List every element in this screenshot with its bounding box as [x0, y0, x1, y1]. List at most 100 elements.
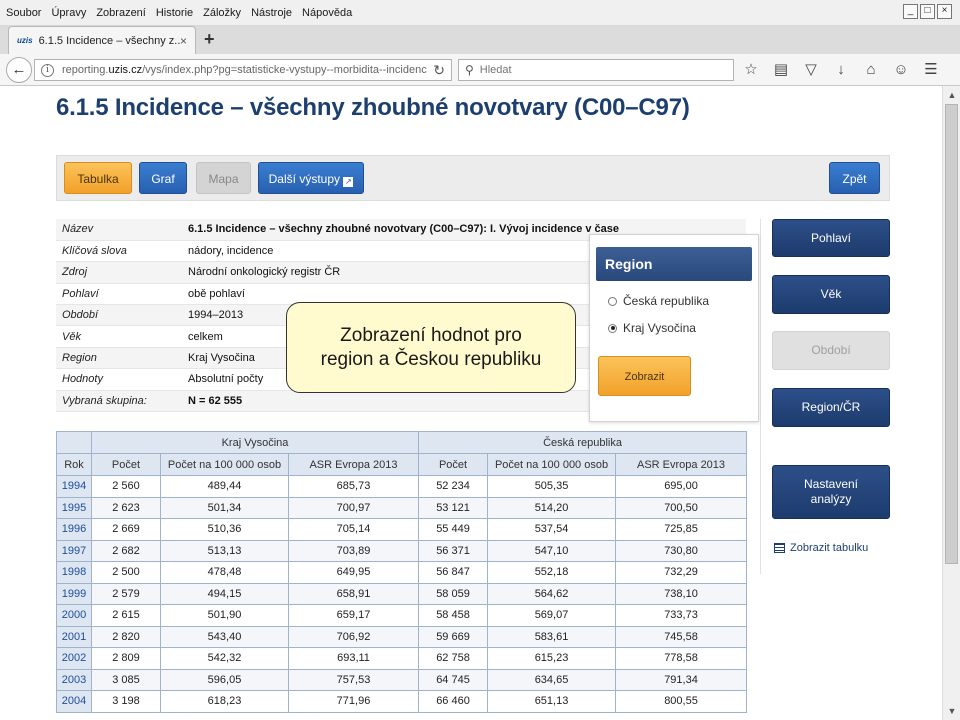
tab-bar: uzis 6.1.5 Incidence – všechny z... × + — [0, 26, 960, 54]
region-popup: Region Česká republika Kraj Vysočina Zob… — [589, 234, 759, 422]
back-button[interactable]: ← — [6, 57, 32, 83]
maximize-button[interactable]: □ — [920, 4, 935, 19]
table-cell: 501,34 — [160, 496, 289, 519]
search-icon: ⚲ — [465, 63, 474, 77]
table-cell: 59 669 — [418, 625, 489, 648]
table-row: 1996 2 669 510,36 705,14 55 449 537,54 725,85 — [56, 518, 748, 541]
scroll-down-icon[interactable]: ▼ — [944, 703, 960, 719]
star-icon[interactable]: ☆ — [742, 61, 760, 79]
table-cell: 510,36 — [160, 518, 289, 541]
pohlavi-button[interactable]: Pohlaví — [772, 219, 890, 257]
table-cell: 730,80 — [615, 539, 748, 562]
toolbar-icons: ☆ ▤ ▽ ↓ ⌂ ☺ ☰ — [742, 61, 940, 79]
radio-ceska-republika[interactable]: Česká republika — [608, 294, 709, 308]
year-cell: 1996 — [56, 518, 92, 541]
search-bar[interactable]: ⚲ — [458, 59, 734, 81]
table-cell: 537,54 — [487, 518, 617, 541]
table-cell: 3 198 — [91, 690, 161, 713]
table-cell: 2 669 — [91, 518, 161, 541]
nastaveni-analyzy-button[interactable]: Nastavení analýzy — [772, 465, 890, 519]
menu-upravy[interactable]: Úpravy — [51, 7, 86, 19]
radio-unselected-icon[interactable] — [608, 296, 617, 306]
info-icon[interactable]: i — [41, 63, 54, 77]
table-cell: 56 847 — [418, 561, 489, 584]
table-cell: 700,97 — [287, 496, 420, 519]
smiley-icon[interactable]: ☺ — [892, 61, 910, 79]
menu-nastroje[interactable]: Nástroje — [251, 7, 292, 19]
column-header: ASR Evropa 2013 — [615, 453, 748, 476]
zpet-button[interactable]: Zpět — [829, 162, 880, 194]
table-cell: 58 458 — [418, 604, 489, 627]
table-cell: 501,90 — [160, 604, 289, 627]
column-header: ASR Evropa 2013 — [287, 453, 420, 476]
minimize-button[interactable]: _ — [903, 4, 918, 19]
search-input[interactable] — [479, 64, 710, 76]
menu-icon[interactable]: ☰ — [922, 61, 940, 79]
column-header: Rok — [56, 453, 92, 476]
table-cell: 733,73 — [615, 604, 748, 627]
table-cell: 706,92 — [287, 625, 420, 648]
pocket-icon[interactable]: ▽ — [802, 61, 820, 79]
menu-zalozky[interactable]: Záložky — [203, 7, 241, 19]
table-column-header: Rok Počet Počet na 100 000 osob ASR Evro… — [56, 453, 748, 476]
graf-button[interactable]: Graf — [139, 162, 187, 194]
uzis-favicon-icon: uzis — [17, 36, 33, 45]
vek-button[interactable]: Věk — [772, 275, 890, 314]
annotation-callout: Zobrazení hodnot pro region a Českou rep… — [286, 302, 576, 393]
radio-kraj-vysocina[interactable]: Kraj Vysočina — [608, 321, 696, 335]
region-cr-button[interactable]: Region/ČR — [772, 388, 890, 427]
external-link-icon: ↗ — [343, 177, 354, 187]
home-icon[interactable]: ⌂ — [862, 61, 880, 79]
url-text: reporting.uzis.cz/vys/index.php?pg=stati… — [62, 64, 428, 76]
tabulka-button[interactable]: Tabulka — [64, 162, 132, 194]
incidence-table: Kraj Vysočina Česká republika Rok Počet … — [56, 431, 748, 713]
reload-icon[interactable]: ↻ — [433, 62, 445, 79]
table-cell: 800,55 — [615, 690, 748, 713]
close-window-button[interactable]: × — [937, 4, 952, 19]
new-tab-button[interactable]: + — [204, 29, 215, 50]
tab-close-icon[interactable]: × — [180, 34, 187, 48]
scroll-thumb[interactable] — [945, 104, 958, 564]
table-cell: 2 615 — [91, 604, 161, 627]
table-cell: 53 121 — [418, 496, 489, 519]
address-bar[interactable]: i reporting.uzis.cz/vys/index.php?pg=sta… — [34, 59, 452, 81]
library-icon[interactable]: ▤ — [772, 61, 790, 79]
table-cell: 583,61 — [487, 625, 617, 648]
zobrazit-tabulku-link[interactable]: Zobrazit tabulku — [774, 542, 868, 554]
vertical-scrollbar[interactable]: ▲ ▼ — [942, 86, 960, 720]
page-title: 6.1.5 Incidence – všechny zhoubné novotv… — [56, 94, 690, 121]
window-controls: _ □ × — [903, 4, 952, 19]
zobrazit-button[interactable]: Zobrazit — [598, 356, 691, 396]
menu-zobrazeni[interactable]: Zobrazení — [96, 7, 146, 19]
table-cell: 564,62 — [487, 582, 617, 605]
table-cell: 695,00 — [615, 475, 748, 498]
table-cell: 542,32 — [160, 647, 289, 670]
table-cell: 514,20 — [487, 496, 617, 519]
menu-napoveda[interactable]: Nápověda — [302, 7, 352, 19]
year-cell: 2002 — [56, 647, 92, 670]
table-body: 1994 2 560 489,44 685,73 52 234 505,35 695,00 1… — [56, 475, 748, 713]
year-cell: 1994 — [56, 475, 92, 498]
download-icon[interactable]: ↓ — [832, 61, 850, 79]
column-divider — [760, 219, 761, 574]
browser-tab[interactable]: uzis 6.1.5 Incidence – všechny z... × — [8, 26, 196, 54]
table-cell: 700,50 — [615, 496, 748, 519]
table-cell: 489,44 — [160, 475, 289, 498]
table-cell: 757,53 — [287, 668, 420, 691]
dalsi-vystupy-button[interactable]: Další výstupy ↗ — [258, 162, 364, 194]
table-cell: 658,91 — [287, 582, 420, 605]
menu-soubor[interactable]: Soubor — [6, 7, 41, 19]
table-cell: 494,15 — [160, 582, 289, 605]
menu-historie[interactable]: Historie — [156, 7, 193, 19]
scroll-up-icon[interactable]: ▲ — [944, 87, 960, 103]
radio-selected-icon[interactable] — [608, 323, 617, 333]
table-row: 1999 2 579 494,15 658,91 58 059 564,62 738,10 — [56, 582, 748, 605]
table-cell: 547,10 — [487, 539, 617, 562]
year-cell: 2003 — [56, 668, 92, 691]
table-cell: 543,40 — [160, 625, 289, 648]
table-row: 2003 3 085 596,05 757,53 64 745 634,65 791,34 — [56, 668, 748, 691]
region-popup-title: Region — [596, 247, 752, 281]
table-cell: 2 623 — [91, 496, 161, 519]
table-cell: 615,23 — [487, 647, 617, 670]
year-cell: 1999 — [56, 582, 92, 605]
